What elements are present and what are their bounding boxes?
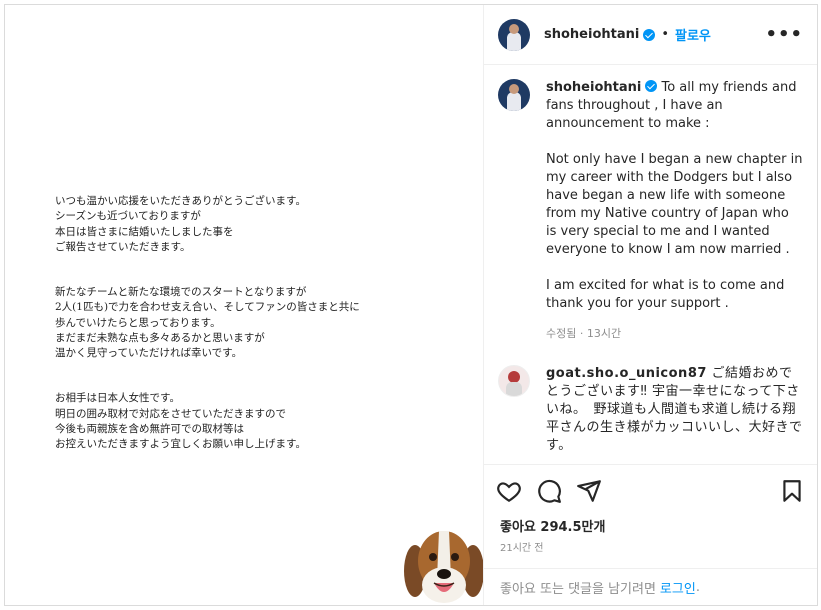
commenter-username[interactable]: goat.sho.o_unicon87 (546, 366, 707, 381)
caption-text-2: Not only have I began a new chapter in m… (546, 152, 803, 257)
login-prompt-text: 좋아요 또는 댓글을 남기려면 (500, 581, 656, 597)
letter-paragraph-1: いつも温かい応援をいただきありがとうございます。 シーズンも近づいておりますが … (55, 195, 306, 253)
heart-icon[interactable] (496, 478, 522, 504)
author-avatar[interactable] (498, 18, 530, 51)
post-image[interactable]: いつも温かい応援をいただきありがとうございます。 シーズンも近づいておりますが … (5, 5, 484, 605)
verified-icon (643, 28, 656, 41)
likes-count[interactable]: 좋아요 294.5만개 (484, 516, 817, 535)
caption-text-3: I am excited for what is to come and tha… (546, 278, 785, 311)
separator-dot: • (661, 27, 670, 42)
login-link[interactable]: 로그인 (660, 578, 696, 597)
post-timestamp[interactable]: 21시간 전 (484, 535, 817, 554)
dog-image (404, 531, 483, 603)
caption-entry: shoheiohtani To all my friends and fans … (498, 79, 803, 343)
post-header: shoheiohtani • 팔로우 ••• (484, 5, 817, 65)
announcement-letter: いつも温かい応援をいただきありがとうございます。 シーズンも近づいておりますが … (55, 179, 360, 482)
share-icon[interactable] (576, 478, 602, 504)
comments-panel[interactable]: shoheiohtani To all my friends and fans … (484, 65, 817, 464)
follow-button[interactable]: 팔로우 (675, 25, 711, 44)
bookmark-icon[interactable] (779, 478, 805, 504)
comment-item: goat.sho.o_unicon87 ご結婚おめでとうございます‼︎ 宇宙一幸… (498, 365, 803, 455)
post-sidebar: shoheiohtani • 팔로우 ••• shoheiohtani To a… (484, 5, 817, 605)
login-prompt: 좋아요 또는 댓글을 남기려면 로그인 . (484, 568, 817, 605)
letter-paragraph-2: 新たなチームと新たな環境でのスタートとなりますが 2人(1匹も)で力を合わせ支え… (55, 286, 360, 360)
comment-body: goat.sho.o_unicon87 ご結婚おめでとうございます‼︎ 宇宙一幸… (546, 365, 803, 455)
commenter-avatar[interactable] (498, 365, 530, 397)
login-prompt-suffix: . (695, 579, 700, 595)
author-username[interactable]: shoheiohtani (544, 27, 639, 42)
verified-icon (645, 80, 658, 92)
caption-meta: 수정됨 · 13시간 (546, 327, 622, 340)
letter-paragraph-3: お相手は日本人女性です。 明日の囲み取材で対応をさせていただきますので 今後も両… (55, 392, 306, 451)
more-icon[interactable]: ••• (765, 24, 803, 45)
caption-body: shoheiohtani To all my friends and fans … (546, 79, 803, 343)
action-bar (484, 464, 817, 516)
caption-avatar[interactable] (498, 79, 530, 111)
post-dialog: いつも温かい応援をいただきありがとうございます。 シーズンも近づいておりますが … (4, 4, 818, 606)
comment-icon[interactable] (536, 478, 562, 504)
caption-username[interactable]: shoheiohtani (546, 80, 641, 95)
